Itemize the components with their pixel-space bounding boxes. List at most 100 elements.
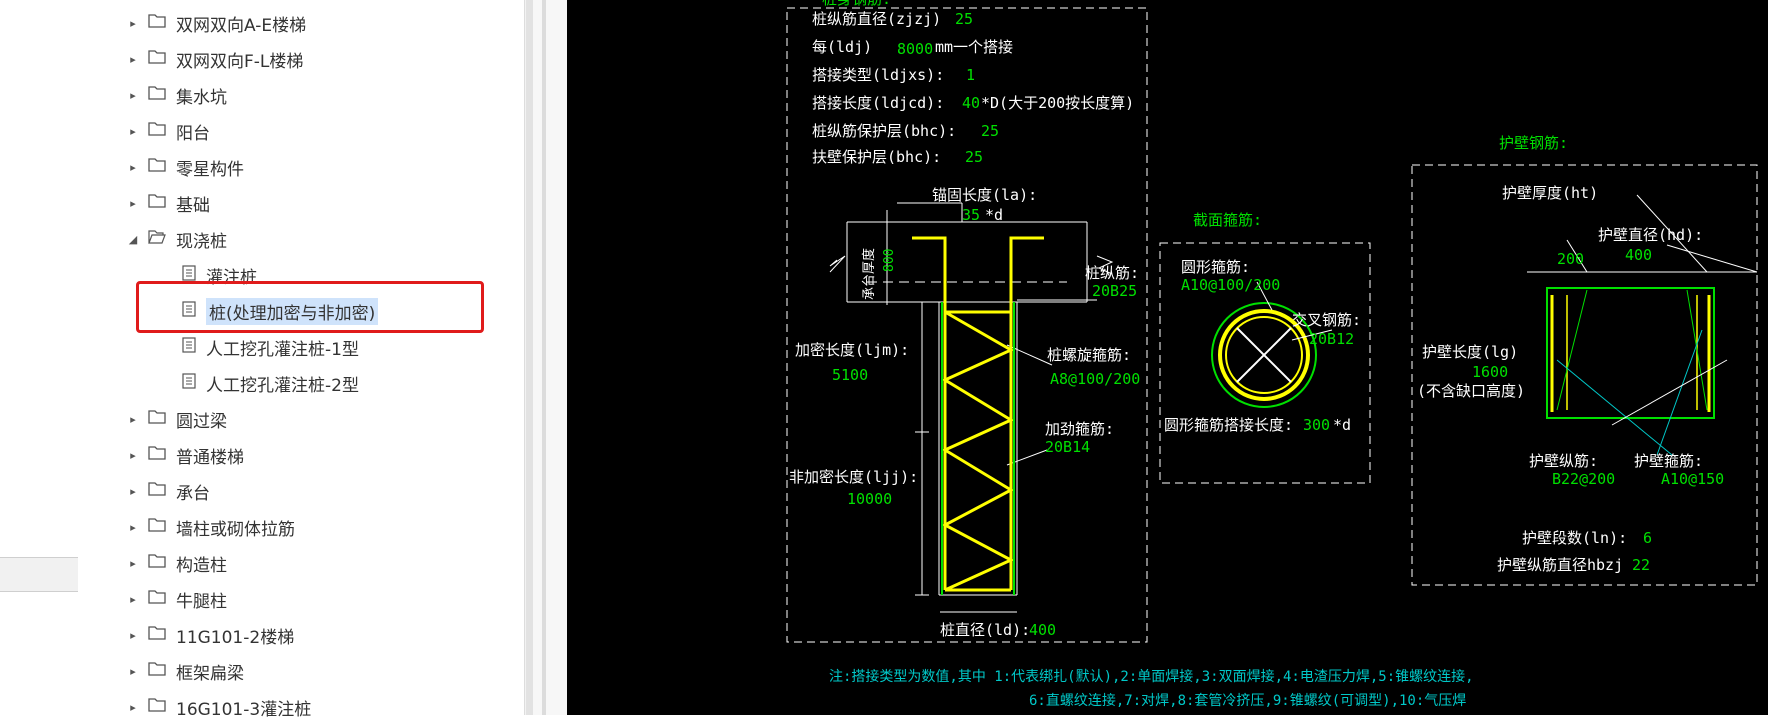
- bhc-label: 桩纵筋保护层(bhc):: [812, 122, 956, 140]
- tree-item-label: 圆过梁: [176, 411, 227, 432]
- tree-folder-item[interactable]: ▸ 16G101-3灌注桩: [126, 692, 311, 722]
- tree-folder-item[interactable]: ▸ 承台: [126, 476, 210, 506]
- tree-item-label: 框架扁梁: [176, 663, 244, 684]
- folder-icon: [148, 193, 166, 213]
- tree-leaf-item[interactable]: 人工挖孔灌注桩-2型: [182, 368, 359, 398]
- spiral-label: 桩螺旋箍筋:: [1047, 346, 1131, 364]
- tree-folder-item[interactable]: ▸ 墙柱或砌体拉筋: [126, 512, 295, 542]
- panel-gap: [533, 0, 567, 715]
- folder-icon: [148, 553, 166, 573]
- ht-label: 护壁厚度(ht): [1502, 184, 1598, 202]
- chevron-right-icon[interactable]: ▸: [126, 161, 140, 174]
- chevron-right-icon[interactable]: ▸: [126, 485, 140, 498]
- folder-icon: [148, 13, 166, 33]
- hbzj-label: 护壁纵筋直径hbzj: [1497, 556, 1623, 574]
- chevron-right-icon[interactable]: ▸: [126, 197, 140, 210]
- bhc-value: 25: [981, 122, 999, 140]
- tree-item-label: 现浇桩: [176, 231, 227, 252]
- tree-folder-item[interactable]: ▸ 阳台: [126, 116, 210, 146]
- lg-label: 护壁长度(lg): [1422, 343, 1518, 361]
- section-title: 截面箍筋:: [1193, 211, 1262, 229]
- tree-item-label: 普通楼梯: [176, 447, 244, 468]
- ln-value: 6: [1643, 529, 1652, 547]
- tree-item-label: 人工挖孔灌注桩-2型: [206, 375, 359, 396]
- tree-item-label: 人工挖孔灌注桩-1型: [206, 339, 359, 360]
- hd-value: 400: [1625, 246, 1652, 264]
- folder-icon: [148, 49, 166, 69]
- top-title: 桩身钢筋:: [822, 0, 891, 8]
- panel-splitter[interactable]: [542, 0, 546, 715]
- cap-value: 800: [882, 249, 897, 272]
- tree-folder-item[interactable]: ◢ 现浇桩: [126, 224, 227, 254]
- la-label: 锚固长度(la):: [932, 186, 1037, 204]
- folder-icon: [148, 157, 166, 177]
- long-value: B22@200: [1552, 470, 1615, 488]
- fbhc-value: 25: [965, 148, 983, 166]
- zjzj-label: 桩纵筋直径(zjzj): [812, 10, 941, 28]
- chevron-right-icon[interactable]: ▸: [126, 557, 140, 570]
- folder-icon: [148, 445, 166, 465]
- tree-folder-item[interactable]: ▸ 普通楼梯: [126, 440, 244, 470]
- tree-item-label: 11G101-2楼梯: [176, 627, 295, 648]
- chevron-right-icon[interactable]: ▸: [126, 665, 140, 678]
- ldj-value: 8000: [897, 40, 933, 58]
- chevron-right-icon[interactable]: ▸: [126, 413, 140, 426]
- ljm-value: 5100: [832, 366, 868, 384]
- zjj-value: 20B25: [1092, 282, 1137, 300]
- tree-folder-item[interactable]: ▸ 框架扁梁: [126, 656, 244, 686]
- cross-value: 20B12: [1309, 330, 1354, 348]
- tree-folder-item[interactable]: ▸ 构造柱: [126, 548, 227, 578]
- stiff-value: 20B14: [1045, 438, 1090, 456]
- tree-folder-item[interactable]: ▸ 双网双向A-E楼梯: [126, 8, 306, 38]
- lg-note: (不含缺口高度): [1417, 382, 1525, 400]
- ldj-label: 每(ldj): [812, 38, 872, 56]
- folder-open-icon: [148, 229, 166, 249]
- document-icon: [182, 372, 196, 394]
- chevron-right-icon[interactable]: ▸: [126, 125, 140, 138]
- la-suffix: *d: [985, 206, 1003, 224]
- chevron-right-icon[interactable]: ▸: [126, 701, 140, 714]
- lap-suffix: *d: [1333, 416, 1351, 434]
- tree-folder-item[interactable]: ▸ 11G101-2楼梯: [126, 620, 294, 650]
- tree-item-label: 构造柱: [176, 555, 227, 576]
- tree-folder-item[interactable]: ▸ 零星构件: [126, 152, 244, 182]
- ring-label: 圆形箍筋:: [1181, 258, 1250, 276]
- note-line-1: 注:搭接类型为数值,其中 1:代表绑扎(默认),2:单面焊接,3:双面焊接,4:…: [829, 668, 1474, 685]
- tree-folder-item[interactable]: ▸ 牛腿柱: [126, 584, 227, 614]
- ldjcd-label: 搭接长度(ldjcd):: [812, 94, 944, 112]
- tree-item-label: 双网双向A-E楼梯: [176, 15, 307, 36]
- long-label: 护壁纵筋:: [1529, 452, 1598, 470]
- wall-frame: [1411, 164, 1758, 586]
- lap-value: 300: [1303, 416, 1330, 434]
- chevron-right-icon[interactable]: ▸: [126, 629, 140, 642]
- chevron-right-icon[interactable]: ▸: [126, 17, 140, 30]
- wall-title: 护壁钢筋:: [1499, 134, 1568, 152]
- tree-leaf-item[interactable]: 人工挖孔灌注桩-1型: [182, 332, 359, 362]
- tree-folder-item[interactable]: ▸ 集水坑: [126, 80, 227, 110]
- diam-label: 桩直径(ld):: [940, 621, 1030, 639]
- chevron-right-icon[interactable]: ▸: [126, 53, 140, 66]
- hbzj-value: 22: [1632, 556, 1650, 574]
- spiral-value: A8@100/200: [1050, 370, 1140, 388]
- chevron-right-icon[interactable]: ▸: [126, 449, 140, 462]
- chevron-down-icon[interactable]: ◢: [126, 233, 140, 246]
- chevron-right-icon[interactable]: ▸: [126, 521, 140, 534]
- folder-icon: [148, 121, 166, 141]
- lg-value: 1600: [1472, 363, 1508, 381]
- tree-folder-item[interactable]: ▸ 圆过梁: [126, 404, 227, 434]
- tree-folder-item[interactable]: ▸ 双网双向F-L楼梯: [126, 44, 303, 74]
- ldjcd-value: 40: [962, 94, 980, 112]
- tree-item-label: 阳台: [176, 123, 210, 144]
- cad-drawing-canvas: 桩身钢筋: 桩纵筋直径(zjzj) 25 每(ldj) 8000 mm一个搭接 …: [567, 0, 1768, 715]
- tree-panel: ▸ 双网双向A-E楼梯 ▸ 双网双向F-L楼梯 ▸ 集水坑 ▸ 阳台 ▸ 零星构件 ▸ 基础 ◢ 现浇桩灌…: [78, 0, 533, 720]
- chevron-right-icon[interactable]: ▸: [126, 89, 140, 102]
- scrollbar-thumb[interactable]: [526, 0, 533, 715]
- document-icon: [182, 336, 196, 358]
- tree-item-label: 承台: [176, 483, 210, 504]
- left-panel-row: [0, 557, 78, 592]
- chevron-right-icon[interactable]: ▸: [126, 593, 140, 606]
- tree-folder-item[interactable]: ▸ 基础: [126, 188, 210, 218]
- zjj-label: 桩纵筋:: [1085, 264, 1139, 282]
- hd-label: 护壁直径(hd):: [1598, 226, 1703, 244]
- zjzj-value: 25: [955, 10, 973, 28]
